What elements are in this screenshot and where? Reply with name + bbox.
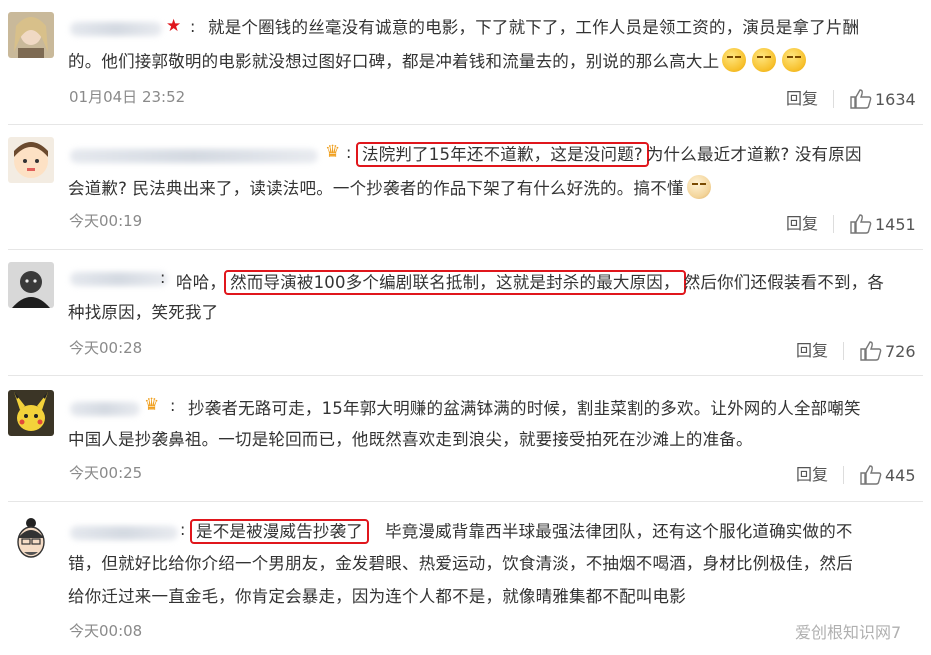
thumbs-up-icon[interactable] — [850, 214, 872, 234]
highlighted-text: 然而导演被100多个编剧联名抵制，这就是封杀的最大原因， — [224, 270, 686, 295]
highlighted-text: 是不是被漫威告抄袭了 — [190, 519, 369, 544]
smirk-emoji-icon — [722, 48, 747, 72]
comment-2: ♛ : 法院判了15年还不道歉，这是没问题? 为什么最近才道歉? 没有原因 会道歉… — [0, 125, 931, 248]
like-count: 1451 — [875, 215, 916, 234]
divider — [833, 90, 834, 108]
smirk-emoji-icon — [782, 48, 807, 72]
star-badge-icon: ★ — [166, 16, 182, 36]
like-count: 1634 — [875, 90, 916, 109]
comment-time: 今天00:08 — [69, 622, 143, 640]
comment-time: 今天00:25 — [69, 464, 143, 482]
colon: : — [190, 17, 196, 36]
comment-text-line: 法院判了15年还不道歉，这是没问题? 为什么最近才道歉? 没有原因 — [356, 139, 862, 170]
avatar[interactable] — [8, 390, 54, 436]
comment-text-line: 种找原因，笑死我了 — [68, 303, 219, 322]
comment-text-line: 是不是被漫威告抄袭了 毕竟漫威背靠西半球最强法律团队，还有这个服化道确实做的不 — [190, 516, 853, 547]
colon: : — [170, 396, 176, 415]
comment-time: 01月04日 23:52 — [69, 88, 186, 106]
comment-time: 今天00:28 — [69, 339, 143, 357]
divider — [833, 215, 834, 233]
reply-button[interactable]: 回复 — [796, 465, 828, 485]
reply-button[interactable]: 回复 — [786, 214, 818, 234]
avatar[interactable] — [8, 12, 54, 58]
colon: : — [346, 143, 352, 162]
username-blurred[interactable] — [70, 22, 162, 36]
comment-text-line: 的。他们接郭敬明的电影就没想过图好口碑，都是冲着钱和流量去的，别说的那么高大上 — [68, 46, 809, 77]
divider — [843, 342, 844, 360]
crown-badge-icon: ♛ — [325, 142, 341, 162]
comment-5: : 是不是被漫威告抄袭了 毕竟漫威背靠西半球最强法律团队，还有这个服化道确实做的不… — [0, 502, 931, 655]
like-count: 445 — [885, 466, 916, 485]
username-blurred[interactable] — [70, 526, 178, 540]
smirk-emoji-icon — [752, 48, 777, 72]
thumbs-up-icon[interactable] — [860, 341, 882, 361]
like-count: 726 — [885, 342, 916, 361]
comment-text-line: 给你迁过来一直金毛，你肯定会暴走，因为连个人都不是，就像晴雅集都不配叫电影 — [68, 587, 686, 606]
comment-text-line: 抄袭者无路可走，15年郭大明赚的盆满钵满的时候，割韭菜割的多欢。让外网的人全部嘲… — [188, 399, 861, 418]
reply-button[interactable]: 回复 — [796, 341, 828, 361]
comment-text-line: 哈哈， 然而导演被100多个编剧联名抵制，这就是封杀的最大原因， 然后你们还假装看不… — [176, 267, 884, 298]
reply-button[interactable]: 回复 — [786, 89, 818, 109]
comment-text-line: 会道歉? 民法典出来了，读读法吧。一个抄袭者的作品下架了有什么好洗的。搞不懂 — [68, 173, 714, 204]
username-blurred[interactable] — [70, 402, 140, 416]
comment-time: 今天00:19 — [69, 212, 143, 230]
username-blurred[interactable] — [70, 272, 168, 286]
cat-emoji-icon — [686, 175, 711, 199]
comment-4: ♛ : 抄袭者无路可走，15年郭大明赚的盆满钵满的时候，割韭菜割的多欢。让外网的… — [0, 376, 931, 500]
thumbs-up-icon[interactable] — [850, 89, 872, 109]
comment-3: : 哈哈， 然而导演被100多个编剧联名抵制，这就是封杀的最大原因， 然后你们还假装… — [0, 250, 931, 374]
thumbs-up-icon[interactable] — [860, 465, 882, 485]
highlighted-text: 法院判了15年还不道歉，这是没问题? — [356, 142, 649, 167]
avatar[interactable] — [8, 262, 54, 308]
crown-badge-icon: ♛ — [144, 395, 160, 415]
comment-text-line: 就是个圈钱的丝毫没有诚意的电影，下了就下了，工作人员是领工资的，演员是拿了片酬 — [208, 18, 860, 37]
comment-1: ★ : 就是个圈钱的丝毫没有诚意的电影，下了就下了，工作人员是领工资的，演员是拿… — [0, 0, 931, 123]
username-blurred[interactable] — [70, 149, 318, 163]
colon: : — [180, 520, 186, 539]
watermark-text: 爱创根知识网7 — [795, 623, 902, 642]
divider — [843, 466, 844, 484]
colon: : — [160, 268, 166, 287]
avatar[interactable] — [8, 137, 54, 183]
comment-text-line: 中国人是抄袭鼻祖。一切是轮回而已，他既然喜欢走到浪尖，就要接受拍死在沙滩上的准备… — [68, 430, 753, 449]
avatar[interactable] — [8, 516, 54, 562]
comment-text-line: 错，但就好比给你介绍一个男朋友，金发碧眼、热爱运动，饮食清淡，不抽烟不喝酒，身材… — [68, 554, 853, 573]
